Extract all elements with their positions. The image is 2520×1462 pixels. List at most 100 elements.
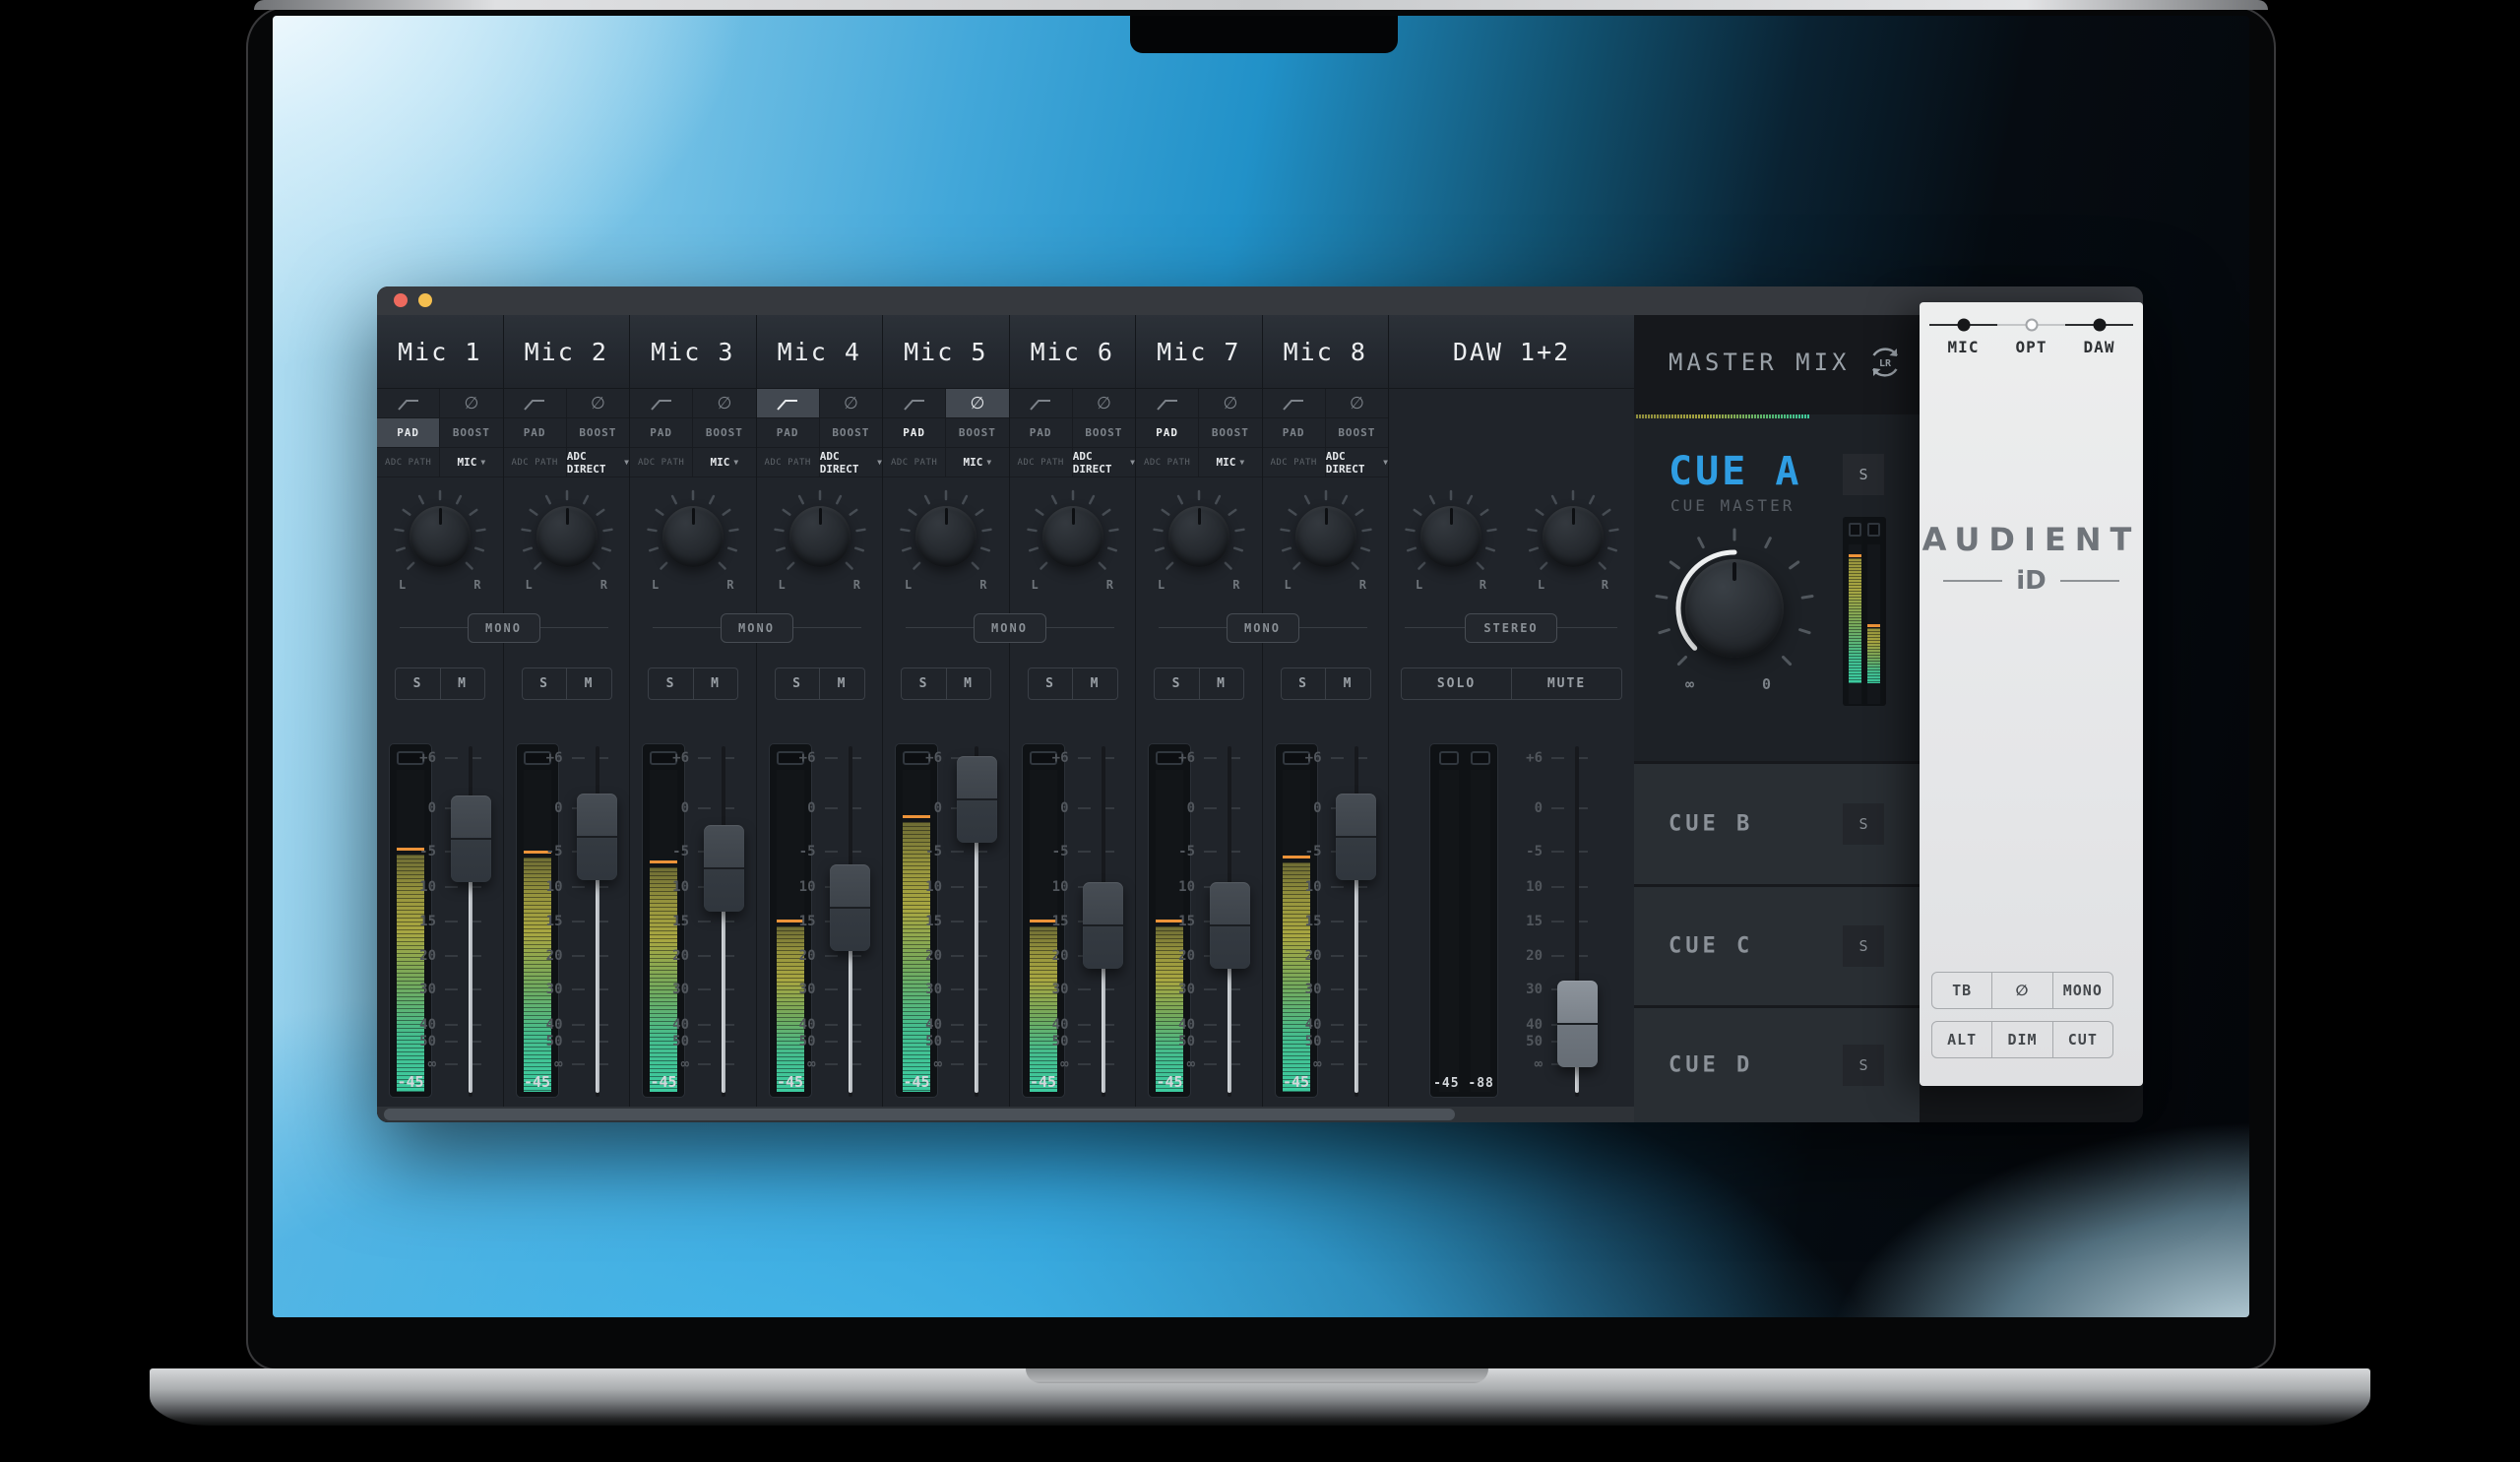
solo-button[interactable]: S (902, 668, 947, 699)
window-titlebar[interactable] (377, 286, 2143, 315)
pad-button[interactable]: PAD (757, 418, 820, 447)
mute-button[interactable]: M (820, 668, 864, 699)
fader-handle[interactable] (577, 794, 617, 880)
pan-knob[interactable] (518, 487, 616, 586)
cue-d-row[interactable]: CUE D S (1634, 1005, 1920, 1122)
adc-path-select[interactable]: MIC▼ (946, 448, 1008, 477)
solo-button[interactable]: SOLO (1402, 668, 1512, 699)
mute-button[interactable]: MUTE (1512, 668, 1621, 699)
mute-button[interactable]: M (947, 668, 991, 699)
stereo-button[interactable]: STEREO (1465, 613, 1557, 643)
cue-c-solo-button[interactable]: S (1843, 925, 1884, 967)
mute-button[interactable]: M (1073, 668, 1117, 699)
pan-knob[interactable] (1277, 487, 1375, 586)
fader-handle[interactable] (957, 756, 997, 843)
solo-button[interactable]: S (1029, 668, 1074, 699)
adc-path-select[interactable]: MIC▼ (1199, 448, 1261, 477)
pad-button[interactable]: PAD (1263, 418, 1326, 447)
pad-button[interactable]: PAD (1010, 418, 1073, 447)
cue-b-solo-button[interactable]: S (1843, 803, 1884, 845)
filter-cell[interactable] (630, 389, 693, 417)
cut-button[interactable]: CUT (2053, 1022, 2112, 1057)
fader-handle[interactable] (1336, 794, 1376, 880)
adc-path-select[interactable]: ADC DIRECT▼ (820, 448, 882, 477)
pad-button[interactable]: PAD (883, 418, 946, 447)
pan-knob-right[interactable] (1524, 487, 1622, 586)
polarity-cell[interactable]: ∅ (1073, 389, 1135, 417)
loopback-lr-icon[interactable]: LR (1865, 343, 1905, 382)
pair-mono-button-1[interactable]: MONO (468, 613, 540, 643)
pan-knob[interactable] (644, 487, 742, 586)
fader-handle[interactable] (1210, 882, 1250, 969)
pan-knob[interactable] (771, 487, 869, 586)
pair-mono-button-2[interactable]: MONO (721, 613, 793, 643)
cue-d-solo-button[interactable]: S (1843, 1045, 1884, 1086)
fader-handle[interactable] (451, 795, 491, 882)
filter-cell[interactable] (1263, 389, 1326, 417)
boost-button[interactable]: BOOST (946, 418, 1008, 447)
filter-cell[interactable] (1010, 389, 1073, 417)
input-indicator-daw[interactable]: DAW (2065, 316, 2133, 363)
polarity-cell[interactable]: ∅ (693, 389, 755, 417)
adc-path-select[interactable]: MIC▼ (440, 448, 502, 477)
polarity-cell[interactable]: ∅ (1199, 389, 1261, 417)
boost-button[interactable]: BOOST (1326, 418, 1388, 447)
boost-button[interactable]: BOOST (440, 418, 502, 447)
minimize-button[interactable] (418, 293, 432, 307)
boost-button[interactable]: BOOST (1199, 418, 1261, 447)
boost-button[interactable]: BOOST (567, 418, 629, 447)
fader-handle[interactable] (1557, 981, 1598, 1067)
pan-knob[interactable] (897, 487, 995, 586)
filter-cell[interactable] (377, 389, 440, 417)
pair-mono-button-4[interactable]: MONO (1227, 613, 1299, 643)
boost-button[interactable]: BOOST (1073, 418, 1135, 447)
polarity-cell[interactable]: ∅ (820, 389, 882, 417)
pad-button[interactable]: PAD (377, 418, 440, 447)
filter-cell[interactable] (883, 389, 946, 417)
mono-button[interactable]: MONO (2053, 973, 2112, 1008)
fader-handle[interactable] (830, 864, 870, 951)
solo-button[interactable]: S (523, 668, 568, 699)
fader-handle[interactable] (704, 825, 744, 912)
mute-button[interactable]: M (1200, 668, 1244, 699)
pair-mono-button-3[interactable]: MONO (974, 613, 1046, 643)
scrollbar-thumb[interactable] (384, 1109, 1455, 1120)
cue-c-row[interactable]: CUE C S (1634, 884, 1920, 1005)
mute-button[interactable]: M (1326, 668, 1370, 699)
mute-button[interactable]: M (441, 668, 485, 699)
adc-path-select[interactable]: ADC DIRECT▼ (1326, 448, 1388, 477)
solo-button[interactable]: S (649, 668, 694, 699)
pan-knob[interactable] (1150, 487, 1248, 586)
solo-button[interactable]: S (776, 668, 821, 699)
close-button[interactable] (394, 293, 408, 307)
polarity-cell[interactable]: ∅ (567, 389, 629, 417)
pad-button[interactable]: PAD (1136, 418, 1199, 447)
cue-a-solo-button[interactable]: S (1843, 454, 1884, 495)
adc-path-select[interactable]: MIC▼ (693, 448, 755, 477)
pan-knob-left[interactable] (1402, 487, 1500, 586)
cue-b-row[interactable]: CUE B S (1634, 761, 1920, 884)
boost-button[interactable]: BOOST (820, 418, 882, 447)
boost-button[interactable]: BOOST (693, 418, 755, 447)
pan-knob[interactable] (1024, 487, 1122, 586)
dim-button[interactable]: DIM (1992, 1022, 2052, 1057)
solo-button[interactable]: S (396, 668, 441, 699)
input-indicator-mic[interactable]: MIC (1929, 316, 1997, 363)
mute-button[interactable]: M (567, 668, 611, 699)
adc-path-select[interactable]: ADC DIRECT▼ (1073, 448, 1135, 477)
polarity-cell[interactable]: ∅ (946, 389, 1008, 417)
polarity-cell[interactable]: ∅ (440, 389, 502, 417)
solo-button[interactable]: S (1155, 668, 1200, 699)
solo-button[interactable]: S (1282, 668, 1327, 699)
filter-cell[interactable] (757, 389, 820, 417)
horizontal-scrollbar[interactable] (377, 1107, 1634, 1122)
mute-button[interactable]: M (694, 668, 738, 699)
fader-handle[interactable] (1083, 882, 1123, 969)
pad-button[interactable]: PAD (504, 418, 567, 447)
pan-knob[interactable] (391, 487, 489, 586)
input-indicator-opt[interactable]: OPT (1997, 316, 2065, 363)
pad-button[interactable]: PAD (630, 418, 693, 447)
polarity-cell[interactable]: ∅ (1326, 389, 1388, 417)
filter-cell[interactable] (1136, 389, 1199, 417)
polarity-button[interactable]: ∅ (1992, 973, 2052, 1008)
